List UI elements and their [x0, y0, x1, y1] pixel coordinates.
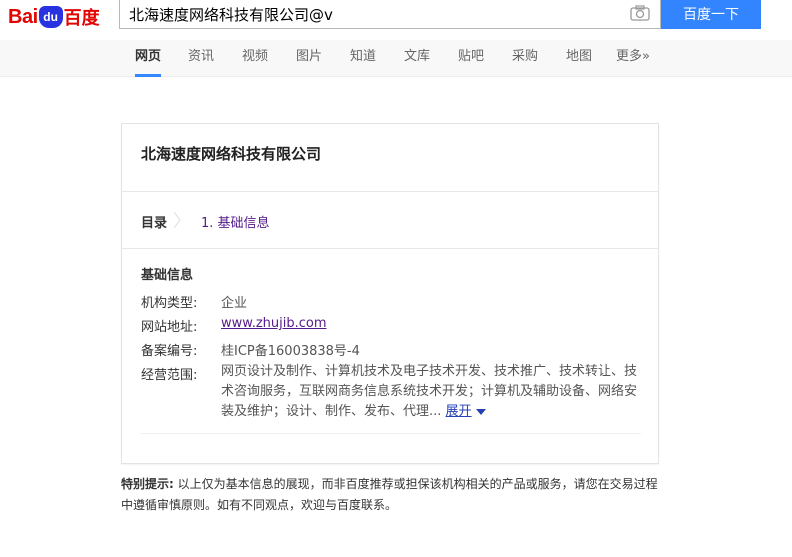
logo-bai-text: Bai [8, 5, 38, 28]
divider [122, 191, 658, 192]
divider [122, 248, 658, 249]
disclaimer-label: 特别提示: [121, 477, 174, 491]
org-type-label: 机构类型: [141, 296, 198, 311]
search-box [119, 0, 661, 29]
search-tabs: 网页 资讯 视频 图片 知道 文库 贴吧 采购 地图 更多» [0, 40, 792, 77]
chevron-right-icon [173, 211, 181, 229]
paw-icon: du [38, 6, 63, 28]
tab-video[interactable]: 视频 [242, 40, 268, 77]
section-title: 基础信息 [141, 268, 194, 283]
tab-wenku[interactable]: 文库 [404, 40, 430, 77]
icp-value: 桂ICP备16003838号-4 [221, 344, 360, 359]
disclaimer-text: 以上仅为基本信息的展现，而非百度推荐或担保该机构相关的产品或服务，请您在交易过程… [121, 477, 658, 512]
header: Bai du 百度 百度一下 [0, 0, 792, 40]
expand-link[interactable]: 展开 [446, 404, 472, 419]
icp-label: 备案编号: [141, 344, 198, 359]
business-scope-value: 网页设计及制作、计算机技术及电子技术开发、技术推广、技术转让、技术咨询服务，互联… [221, 362, 641, 422]
search-button[interactable]: 百度一下 [661, 0, 761, 29]
tab-tieba[interactable]: 贴吧 [458, 40, 484, 77]
search-input[interactable] [129, 3, 609, 25]
camera-icon[interactable] [630, 5, 650, 21]
website-link[interactable]: www.zhujib.com [221, 316, 327, 331]
tab-web[interactable]: 网页 [135, 40, 162, 77]
business-scope-label: 经营范围: [141, 368, 198, 383]
divider [141, 433, 641, 434]
tab-news[interactable]: 资讯 [188, 40, 214, 77]
org-type-value: 企业 [221, 296, 248, 311]
baidu-logo[interactable]: Bai du 百度 [8, 4, 116, 30]
tab-more[interactable]: 更多» [616, 40, 650, 77]
company-title: 北海速度网络科技有限公司 [141, 145, 322, 163]
tab-map[interactable]: 地图 [566, 40, 592, 77]
disclaimer: 特别提示: 以上仅为基本信息的展现，而非百度推荐或担保该机构相关的产品或服务，请… [121, 474, 661, 516]
tab-zhidao[interactable]: 知道 [350, 40, 376, 77]
business-scope-text: 网页设计及制作、计算机技术及电子技术开发、技术推广、技术转让、技术咨询服务，互联… [221, 364, 638, 419]
company-info-card: 北海速度网络科技有限公司 目录 1. 基础信息 基础信息 机构类型: 企业 网站… [121, 123, 659, 464]
caret-down-icon[interactable] [475, 408, 486, 415]
logo-du-text: 百度 [63, 8, 100, 29]
tab-images[interactable]: 图片 [296, 40, 322, 77]
toc-link-basic-info[interactable]: 1. 基础信息 [201, 212, 270, 231]
tab-purchase[interactable]: 采购 [512, 40, 538, 77]
toc-label: 目录 [141, 216, 168, 231]
website-label: 网站地址: [141, 320, 198, 335]
